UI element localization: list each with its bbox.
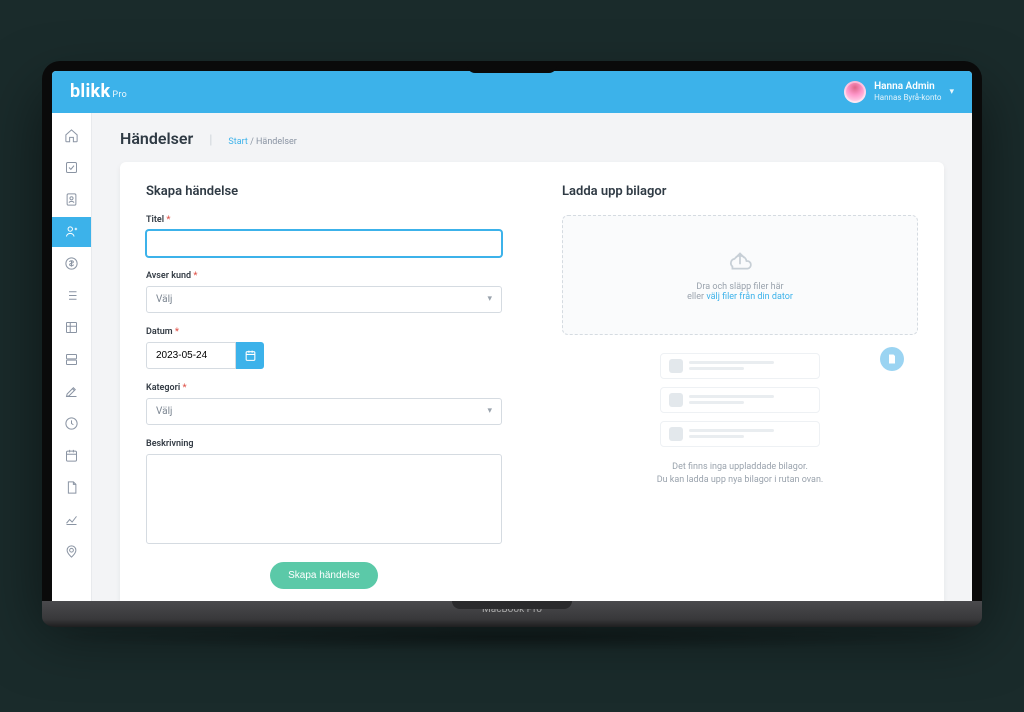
placeholder-file-row bbox=[660, 353, 820, 379]
field-beskrivning: Beskrivning bbox=[146, 439, 502, 548]
device-label: MacBook Pro bbox=[482, 604, 542, 615]
user-account: Hannas Byrå-konto bbox=[874, 93, 941, 103]
dropzone-link[interactable]: välj filer från din dator bbox=[706, 292, 793, 302]
user-name: Hanna Admin bbox=[874, 81, 941, 93]
upload-column: Ladda upp bilagor Dra och släpp filer hä… bbox=[562, 184, 918, 589]
screen-bezel: blikk Pro Hanna Admin Hannas Byrå-konto … bbox=[42, 61, 982, 601]
label-kategori: Kategori * bbox=[146, 383, 502, 393]
sidebar-item-document[interactable] bbox=[52, 473, 91, 503]
main-content: Händelser | Start / Händelser Skapa händ… bbox=[92, 113, 972, 601]
sidebar-item-home[interactable] bbox=[52, 121, 91, 151]
breadcrumb-current: Händelser bbox=[256, 137, 297, 147]
page-title: Händelser bbox=[120, 129, 193, 148]
file-badge-icon bbox=[880, 347, 904, 371]
label-titel: Titel * bbox=[146, 215, 502, 225]
sidebar-item-reports[interactable] bbox=[52, 505, 91, 535]
empty-upload-message: Det finns inga uppladdade bilagor. Du ka… bbox=[562, 461, 918, 488]
sidebar-item-calendar[interactable] bbox=[52, 441, 91, 471]
titel-input[interactable] bbox=[146, 230, 502, 257]
dropzone-line2: eller välj filer från din dator bbox=[687, 292, 793, 302]
placeholder-file-row bbox=[660, 387, 820, 413]
sidebar-item-table[interactable] bbox=[52, 313, 91, 343]
user-text: Hanna Admin Hannas Byrå-konto bbox=[874, 81, 941, 103]
sidebar-item-users-active[interactable] bbox=[52, 217, 91, 247]
dropzone-line1: Dra och släpp filer här bbox=[696, 282, 783, 292]
form-column: Skapa händelse Titel * Avser ku bbox=[146, 184, 502, 589]
sidebar bbox=[52, 113, 92, 601]
chevron-down-icon: ▾ bbox=[949, 87, 954, 97]
label-datum: Datum * bbox=[146, 327, 502, 337]
sidebar-item-location[interactable] bbox=[52, 537, 91, 567]
form-card: Skapa händelse Titel * Avser ku bbox=[120, 162, 944, 601]
top-bar: blikk Pro Hanna Admin Hannas Byrå-konto … bbox=[52, 71, 972, 113]
label-beskrivning: Beskrivning bbox=[146, 439, 502, 449]
laptop-base: MacBook Pro bbox=[42, 601, 982, 627]
beskrivning-textarea[interactable] bbox=[146, 454, 502, 544]
datum-input[interactable] bbox=[146, 342, 236, 369]
page-header: Händelser | Start / Händelser bbox=[120, 129, 944, 148]
file-icon bbox=[669, 393, 683, 407]
submit-button[interactable]: Skapa händelse bbox=[270, 562, 378, 589]
laptop-mockup: blikk Pro Hanna Admin Hannas Byrå-konto … bbox=[42, 61, 982, 652]
sidebar-item-time[interactable] bbox=[52, 409, 91, 439]
file-dropzone[interactable]: Dra och släpp filer här eller välj filer… bbox=[562, 215, 918, 335]
sidebar-item-list[interactable] bbox=[52, 281, 91, 311]
sidebar-item-sign[interactable] bbox=[52, 377, 91, 407]
form-title: Skapa händelse bbox=[146, 184, 502, 199]
app-screen: blikk Pro Hanna Admin Hannas Byrå-konto … bbox=[52, 71, 972, 601]
kategori-select[interactable]: Välj bbox=[146, 398, 502, 425]
brand-name: blikk bbox=[70, 81, 110, 102]
brand-logo[interactable]: blikk Pro bbox=[70, 81, 127, 102]
breadcrumb: Start / Händelser bbox=[228, 137, 296, 147]
upload-title: Ladda upp bilagor bbox=[562, 184, 918, 199]
placeholder-file-row bbox=[660, 421, 820, 447]
brand-suffix: Pro bbox=[112, 90, 127, 100]
breadcrumb-divider: | bbox=[209, 133, 212, 148]
field-datum: Datum * bbox=[146, 327, 502, 369]
user-menu[interactable]: Hanna Admin Hannas Byrå-konto ▾ bbox=[844, 81, 954, 103]
field-kategori: Kategori * Välj bbox=[146, 383, 502, 425]
avatar bbox=[844, 81, 866, 103]
placeholder-file-list bbox=[562, 353, 918, 447]
field-titel: Titel * bbox=[146, 215, 502, 257]
field-kund: Avser kund * Välj bbox=[146, 271, 502, 313]
sidebar-item-tasks[interactable] bbox=[52, 153, 91, 183]
file-icon bbox=[669, 427, 683, 441]
breadcrumb-start[interactable]: Start bbox=[228, 137, 247, 147]
kund-select[interactable]: Välj bbox=[146, 286, 502, 313]
sidebar-item-contacts[interactable] bbox=[52, 185, 91, 215]
sidebar-item-billing[interactable] bbox=[52, 249, 91, 279]
calendar-picker-button[interactable] bbox=[236, 342, 264, 369]
upload-icon bbox=[727, 248, 753, 274]
breadcrumb-sep: / bbox=[250, 137, 254, 147]
label-kund: Avser kund * bbox=[146, 271, 502, 281]
laptop-notch bbox=[467, 61, 557, 73]
file-icon bbox=[669, 359, 683, 373]
sidebar-item-server[interactable] bbox=[52, 345, 91, 375]
